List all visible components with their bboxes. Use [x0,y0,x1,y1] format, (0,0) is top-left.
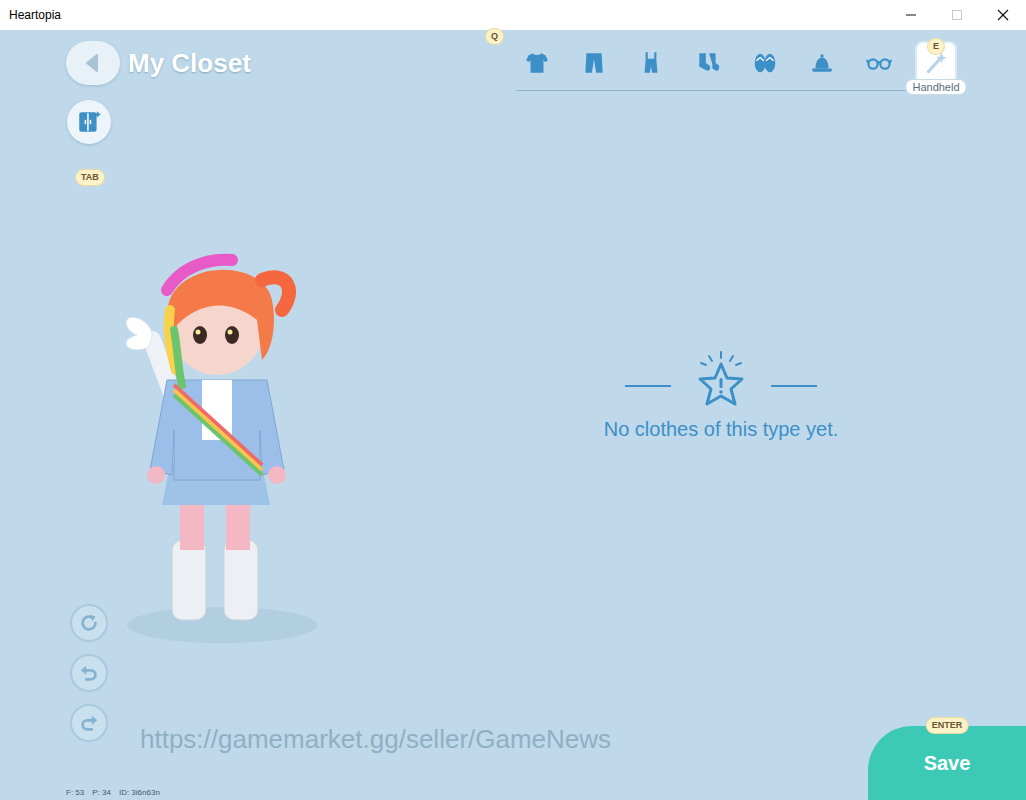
debug-item: ID: 3i6n63n [119,788,160,797]
category-tab[interactable] [850,41,907,85]
save-label: Save [924,752,971,775]
minimize-icon [905,9,917,21]
wardrobe-icon [76,109,102,135]
reset-button[interactable] [70,604,108,642]
page-title: My Closet [128,48,251,79]
header: My Closet Q E Handheld [0,30,1026,96]
watermark: https://gamemarket.gg/seller/GameNews [140,724,611,755]
empty-line [625,385,671,387]
left-rail: TAB [0,96,178,800]
redo-button[interactable] [70,704,108,742]
undo-button[interactable] [70,654,108,692]
category-tab[interactable]: E Handheld [915,41,957,85]
category-tab[interactable] [508,41,565,85]
category-tabs: Q E Handheld [486,41,964,85]
window-title: Heartopia [0,8,61,22]
empty-mark [625,350,817,414]
top-icon [524,50,550,76]
redo-icon [78,712,100,734]
maximize-icon [951,9,963,21]
maximize-button [934,0,980,30]
category-tab[interactable] [679,41,736,85]
hat-icon [809,50,835,76]
title-bar: Heartopia [0,0,1026,30]
save-button[interactable]: ENTER Save [868,726,1026,800]
overalls-icon [638,50,664,76]
tab-tooltip: Handheld [905,79,966,95]
bottoms-icon [581,50,607,76]
prev-key-badge: Q [486,29,503,44]
shoes-icon [752,50,778,76]
close-button[interactable] [980,0,1026,30]
socks-icon [695,50,721,76]
undo-icon [78,662,100,684]
category-tab[interactable] [622,41,679,85]
empty-state: No clothes of this type yet. [436,96,1026,800]
debug-item: F: 53 [66,788,84,797]
back-arrow-icon [83,53,103,73]
minimize-button[interactable] [888,0,934,30]
empty-message: No clothes of this type yet. [604,418,839,441]
closet-body: TAB No clothes of this type yet. [0,96,1026,800]
wardrobe-key-badge: TAB [76,170,104,185]
save-key-badge: ENTER [927,718,968,733]
glasses-icon [866,50,892,76]
category-tab[interactable] [793,41,850,85]
close-icon [997,9,1009,21]
tabs-underline [516,90,924,91]
window-controls [888,0,1026,30]
star-alert-icon [691,350,751,414]
category-tab[interactable] [736,41,793,85]
character-stage [112,96,436,800]
debug-info: F: 53 P: 34 ID: 3i6n63n [66,788,160,797]
view-controls [70,604,108,742]
game-view: My Closet Q E Handheld TAB No clothes of… [0,30,1026,800]
wardrobe-button[interactable] [67,100,111,144]
empty-line [771,385,817,387]
category-tab[interactable] [565,41,622,85]
character-figure[interactable] [112,230,332,650]
back-button[interactable] [66,41,120,85]
app-window: Heartopia My Closet Q E Handheld TAB No … [0,0,1026,800]
reset-icon [78,612,100,634]
next-key-badge: E [928,39,944,54]
debug-item: P: 34 [92,788,111,797]
